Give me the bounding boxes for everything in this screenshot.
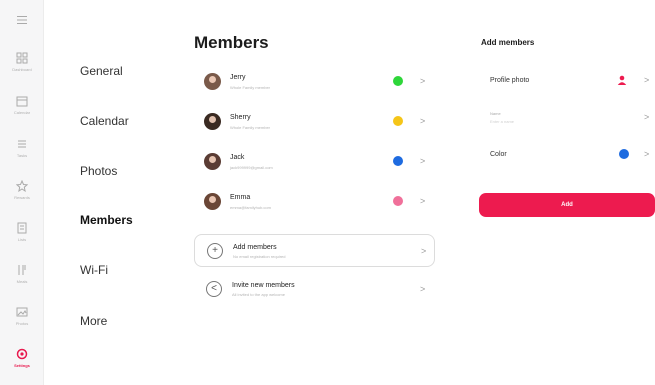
side-rail: Dashboard Calendar Tasks Rewards Lists M…: [0, 0, 44, 385]
rail-label: Photos: [15, 321, 29, 326]
rail-item-calendar[interactable]: Calendar: [0, 95, 44, 131]
lists-icon: [17, 222, 27, 234]
plus-icon: +: [207, 242, 223, 259]
chevron-right-icon: >: [420, 196, 426, 206]
member-color-dot: [393, 156, 403, 166]
color-swatch: [619, 149, 629, 159]
add-members-label: Add members: [233, 243, 277, 251]
rail-item-meals[interactable]: Meals: [0, 264, 44, 300]
member-row[interactable]: Emma emma@familyhub.com >: [194, 183, 435, 219]
rail-label: Lists: [17, 237, 27, 242]
rail-item-dashboard[interactable]: Dashboard: [0, 52, 44, 88]
member-row[interactable]: Jerry Whole Family member >: [194, 63, 435, 99]
member-name: Jerry: [230, 73, 246, 81]
photos-icon: [16, 307, 28, 317]
calendar-icon: [16, 96, 28, 107]
member-color-dot: [393, 76, 403, 86]
settings-icon: [16, 348, 28, 360]
avatar: [204, 72, 221, 90]
invite-members-button[interactable]: < Invite new members All invited to the …: [194, 272, 435, 305]
profile-photo-label: Profile photo: [490, 76, 530, 84]
category-calendar[interactable]: Calendar: [80, 114, 129, 128]
rail-label: Meals: [16, 279, 28, 284]
color-label: Color: [490, 150, 507, 158]
meals-icon: [18, 265, 26, 275]
profile-photo-row[interactable]: Profile photo >: [481, 63, 655, 97]
add-button[interactable]: Add: [479, 193, 655, 217]
rail-item-lists[interactable]: Lists: [0, 222, 44, 258]
rail-item-settings[interactable]: Settings: [0, 348, 44, 384]
dashboard-icon: [16, 52, 28, 64]
member-row[interactable]: Sherry Whole Family member >: [194, 103, 435, 139]
person-icon: [617, 75, 627, 85]
member-subtitle: Whole Family member: [230, 124, 271, 130]
color-row[interactable]: Color >: [481, 137, 655, 171]
member-subtitle: jack999999@gmail.com: [230, 164, 273, 170]
name-field[interactable]: Name Enter a name >: [481, 100, 655, 134]
avatar: [204, 152, 221, 170]
member-name: Sherry: [230, 113, 251, 121]
chevron-right-icon: >: [421, 245, 427, 256]
member-color-dot: [393, 196, 403, 206]
category-photos[interactable]: Photos: [80, 164, 117, 178]
member-row[interactable]: Jack jack999999@gmail.com >: [194, 143, 435, 179]
rail-item-photos[interactable]: Photos: [0, 306, 44, 342]
rail-label: Tasks: [16, 153, 28, 158]
chevron-right-icon: >: [644, 149, 650, 159]
rail-label: Dashboard: [12, 67, 32, 72]
member-name: Emma: [230, 193, 251, 201]
chevron-right-icon: >: [420, 283, 426, 294]
name-input[interactable]: Enter a name: [490, 119, 514, 124]
chevron-right-icon: >: [420, 156, 426, 166]
chevron-right-icon: >: [644, 112, 650, 122]
member-name: Jack: [230, 153, 245, 161]
rail-label: Rewards: [14, 195, 30, 200]
category-members[interactable]: Members: [80, 213, 133, 227]
category-more[interactable]: More: [80, 314, 107, 328]
rail-item-rewards[interactable]: Rewards: [0, 180, 44, 216]
member-subtitle: Whole Family member: [230, 84, 271, 90]
rail-item-tasks[interactable]: Tasks: [0, 138, 44, 174]
member-subtitle: emma@familyhub.com: [230, 204, 271, 210]
share-icon: <: [206, 280, 222, 297]
add-members-button[interactable]: + Add members No email registration requ…: [194, 234, 435, 267]
category-wifi[interactable]: Wi-Fi: [80, 263, 108, 277]
name-label: Name: [490, 110, 501, 116]
add-panel-title: Add members: [481, 38, 535, 47]
hamburger-menu-icon[interactable]: [16, 14, 28, 26]
tasks-icon: [18, 140, 26, 148]
avatar: [204, 192, 221, 210]
add-members-subtitle: No email registration required: [233, 253, 286, 259]
chevron-right-icon: >: [420, 116, 426, 126]
avatar: [204, 112, 221, 130]
chevron-right-icon: >: [644, 75, 650, 85]
rewards-icon: [16, 180, 28, 192]
rail-label: Calendar: [13, 110, 31, 115]
category-general[interactable]: General: [80, 64, 123, 78]
member-color-dot: [393, 116, 403, 126]
invite-members-label: Invite new members: [232, 281, 295, 289]
page-title: Members: [194, 33, 269, 52]
rail-label: Settings: [14, 363, 30, 368]
invite-members-subtitle: All invited to the app welcome: [232, 291, 285, 297]
chevron-right-icon: >: [420, 76, 426, 86]
